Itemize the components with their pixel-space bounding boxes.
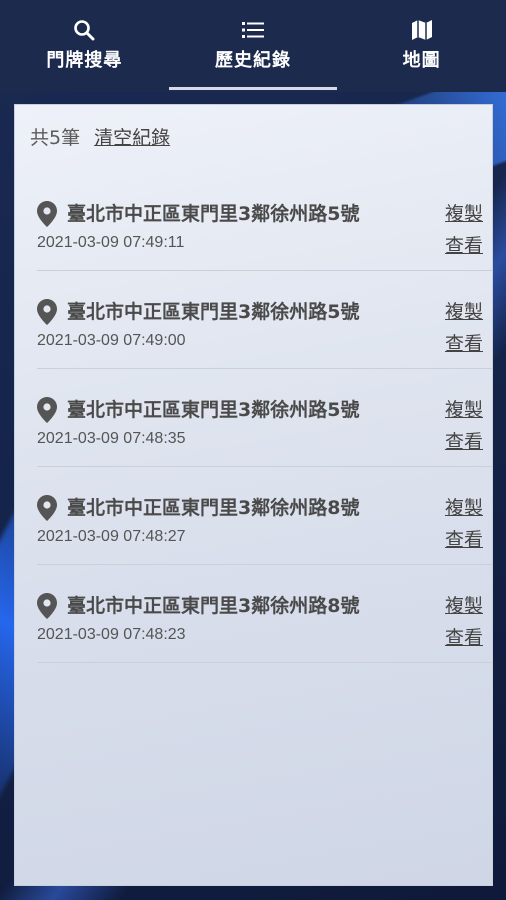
view-button[interactable]: 查看 <box>445 525 483 552</box>
record-address: 臺北市中正區東門里3鄰徐州路5號 <box>67 203 360 225</box>
tab-address-search[interactable]: 門牌搜尋 <box>0 0 169 92</box>
list-item: 臺北市中正區東門里3鄰徐州路5號 2021-03-09 07:48:35 複製 … <box>37 369 493 467</box>
record-time: 2021-03-09 07:48:27 <box>37 528 186 545</box>
copy-button[interactable]: 複製 <box>445 199 483 226</box>
search-icon <box>72 18 96 42</box>
list-icon <box>241 18 265 42</box>
clear-history-button[interactable]: 清空紀錄 <box>94 123 170 150</box>
copy-button[interactable]: 複製 <box>445 591 483 618</box>
list-item: 臺北市中正區東門里3鄰徐州路8號 2021-03-09 07:48:23 複製 … <box>37 565 493 663</box>
record-time: 2021-03-09 07:48:23 <box>37 626 186 643</box>
tab-map[interactable]: 地圖 <box>337 0 506 92</box>
record-time: 2021-03-09 07:48:35 <box>37 430 186 447</box>
list-item: 臺北市中正區東門里3鄰徐州路8號 2021-03-09 07:48:27 複製 … <box>37 467 493 565</box>
location-pin-icon <box>37 397 59 423</box>
record-address: 臺北市中正區東門里3鄰徐州路8號 <box>67 595 360 617</box>
map-icon <box>410 18 434 42</box>
location-pin-icon <box>37 593 59 619</box>
record-time: 2021-03-09 07:49:11 <box>37 234 185 251</box>
tab-label: 歷史紀錄 <box>215 50 291 71</box>
tab-bar: 門牌搜尋 歷史紀錄 地圖 <box>0 0 506 92</box>
location-pin-icon <box>37 495 59 521</box>
history-panel: 共5筆 清空紀錄 臺北市中正區東門里3鄰徐州路5號 2021-03-09 07:… <box>14 104 493 886</box>
tab-history[interactable]: 歷史紀錄 <box>168 0 338 92</box>
view-button[interactable]: 查看 <box>445 427 483 454</box>
history-list: 臺北市中正區東門里3鄰徐州路5號 2021-03-09 07:49:11 複製 … <box>37 173 493 663</box>
history-header: 共5筆 清空紀錄 <box>30 123 170 150</box>
copy-button[interactable]: 複製 <box>445 493 483 520</box>
view-button[interactable]: 查看 <box>445 623 483 650</box>
location-pin-icon <box>37 299 59 325</box>
tab-label: 門牌搜尋 <box>46 50 123 71</box>
copy-button[interactable]: 複製 <box>445 395 483 422</box>
record-time: 2021-03-09 07:49:00 <box>37 332 186 349</box>
record-address: 臺北市中正區東門里3鄰徐州路5號 <box>67 301 360 323</box>
view-button[interactable]: 查看 <box>445 329 483 356</box>
list-item: 臺北市中正區東門里3鄰徐州路5號 2021-03-09 07:49:00 複製 … <box>37 271 493 369</box>
record-address: 臺北市中正區東門里3鄰徐州路8號 <box>67 497 360 519</box>
view-button[interactable]: 查看 <box>445 231 483 258</box>
record-count: 共5筆 <box>30 127 81 149</box>
record-address: 臺北市中正區東門里3鄰徐州路5號 <box>67 399 360 421</box>
tab-label: 地圖 <box>402 50 441 71</box>
list-item: 臺北市中正區東門里3鄰徐州路5號 2021-03-09 07:49:11 複製 … <box>37 173 493 271</box>
copy-button[interactable]: 複製 <box>445 297 483 324</box>
location-pin-icon <box>37 201 59 227</box>
